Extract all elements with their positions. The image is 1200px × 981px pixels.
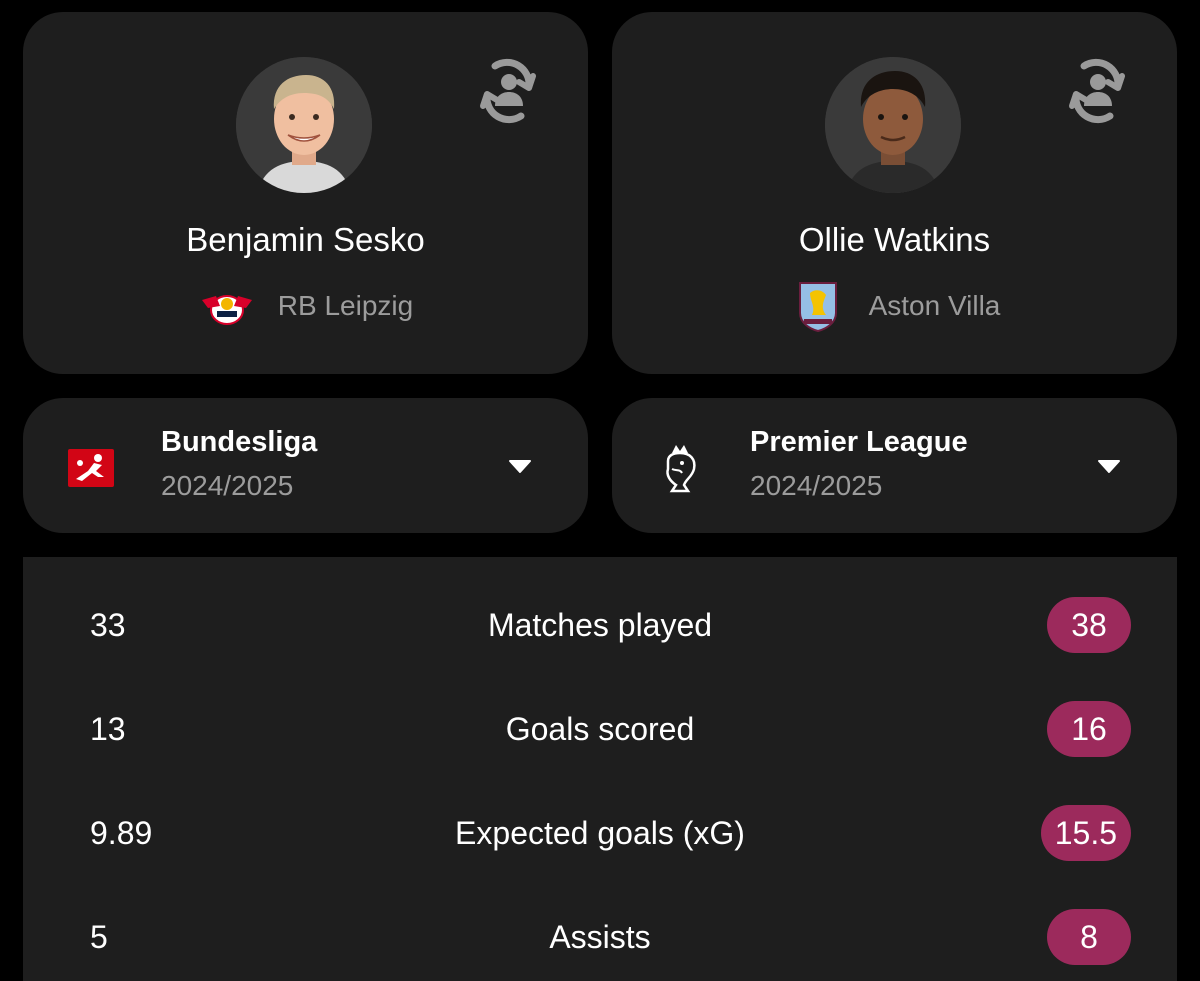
league-selector-right[interactable]: Premier League 2024/2025 [612,398,1177,533]
rb-leipzig-crest-icon [198,284,256,328]
player-card-left[interactable]: Benjamin Sesko RB Leipzig [23,12,588,374]
team-row: Aston Villa [612,282,1177,333]
swap-player-icon[interactable] [471,54,545,128]
stat-value-right-highlight: 16 [1047,701,1131,757]
stat-label: Expected goals (xG) [455,815,745,851]
stat-value-right-highlight: 15.5 [1040,805,1131,861]
player-name: Benjamin Sesko [186,221,425,258]
bundesliga-logo-icon [65,444,117,492]
stats-comparison-table: 33 Matches played 38 13 Goals scored 16 … [23,557,1177,981]
aston-villa-crest-icon [789,282,847,333]
player-name: Ollie Watkins [798,221,991,258]
stat-value-right-highlight: 38 [1047,597,1131,653]
stat-row: 9.89 Expected goals (xG) 15.5 [23,803,1177,863]
league-season: 2024/2025 [161,470,294,501]
league-season: 2024/2025 [750,470,883,501]
stat-label: Goals scored [505,711,695,747]
team-name: Aston Villa [868,290,1001,321]
team-row: RB Leipzig [23,284,588,328]
stat-row: 33 Matches played 38 [23,595,1177,655]
league-selector-left[interactable]: Bundesliga 2024/2025 [23,398,588,533]
stat-value-right-highlight: 8 [1047,909,1131,965]
player-card-right[interactable]: Ollie Watkins Aston Villa [612,12,1177,374]
league-name: Bundesliga [161,426,318,458]
player-avatar [825,57,961,193]
league-name: Premier League [750,426,968,458]
chevron-down-icon[interactable] [507,456,533,476]
swap-player-icon[interactable] [1060,54,1134,128]
stat-label: Assists [549,919,651,955]
team-name: RB Leipzig [277,290,414,321]
chevron-down-icon[interactable] [1096,456,1122,476]
player-comparison-screen: Benjamin Sesko RB Leipzig Ollie Watkins … [0,0,1200,981]
stat-row: 5 Assists 8 [23,907,1177,967]
premier-league-logo-icon [654,444,706,493]
stat-row: 13 Goals scored 16 [23,699,1177,759]
stat-label: Matches played [487,607,713,643]
player-avatar [236,57,372,193]
